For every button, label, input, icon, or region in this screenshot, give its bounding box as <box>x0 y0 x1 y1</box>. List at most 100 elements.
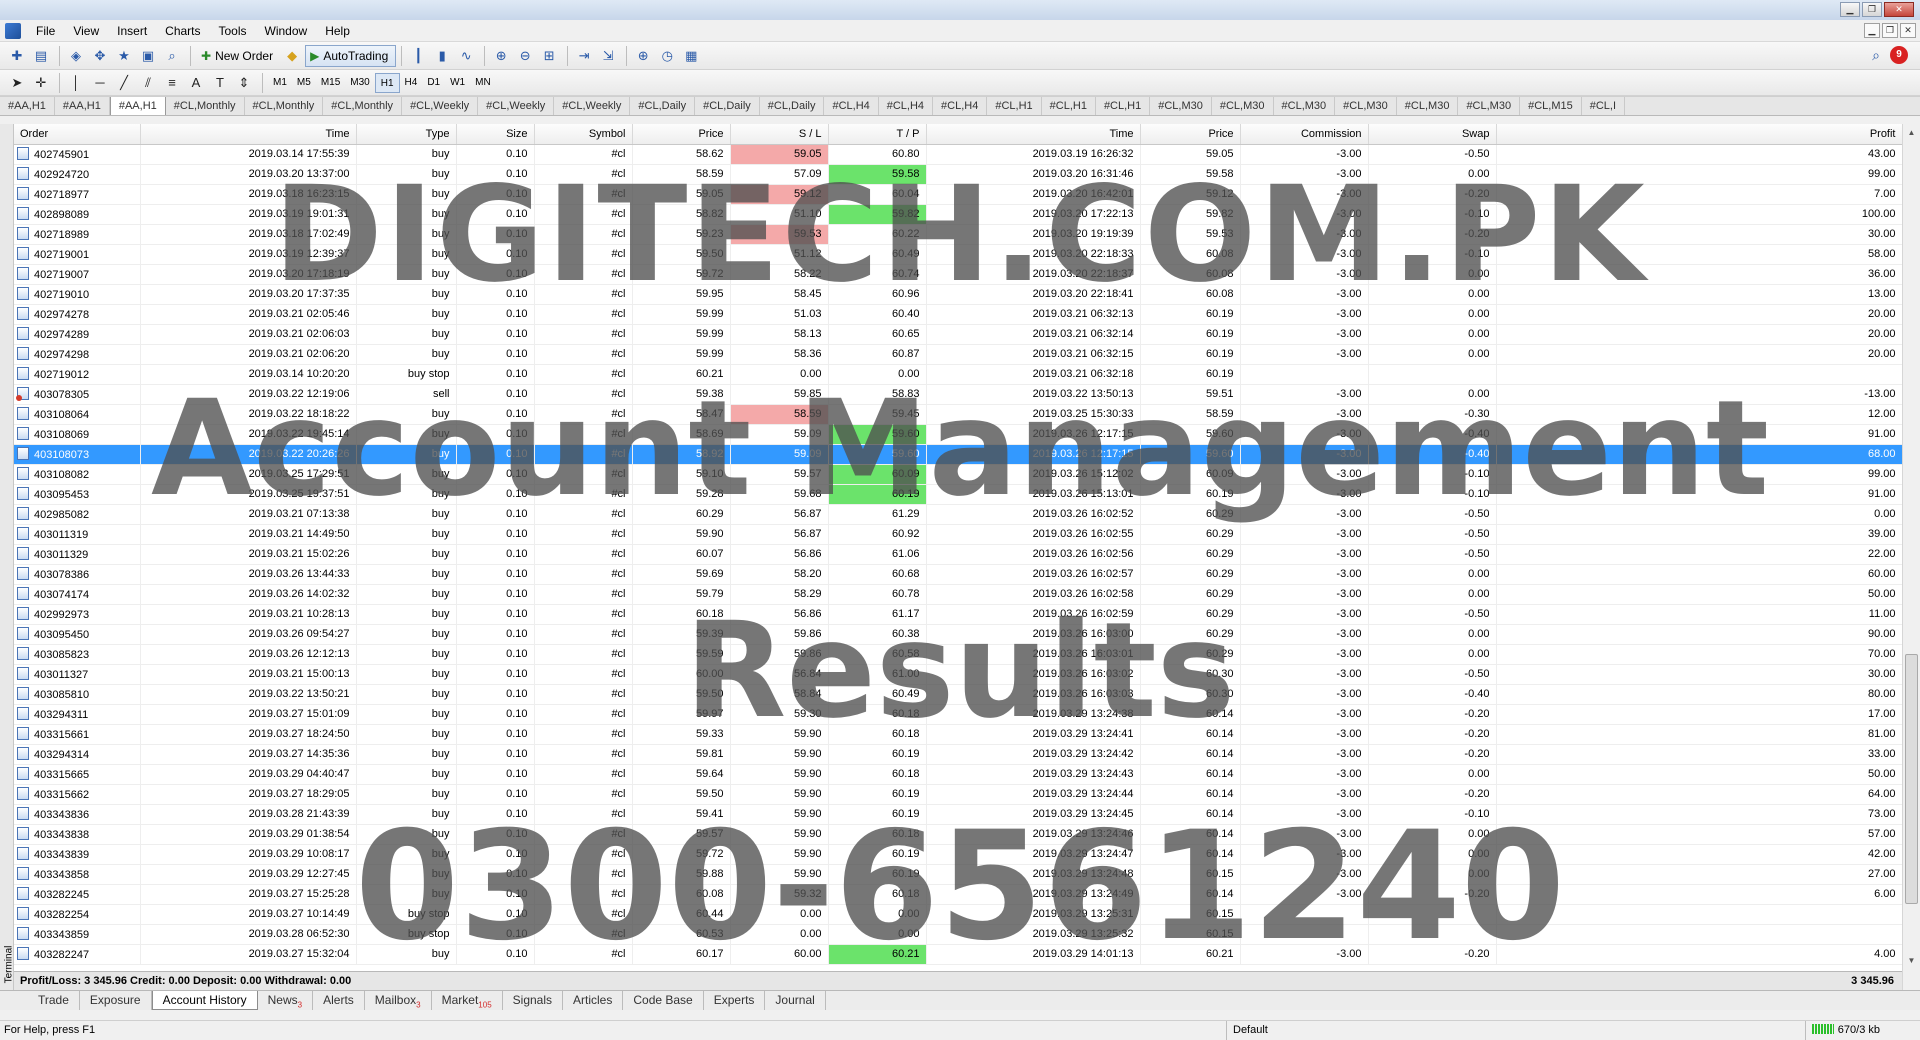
chart-tab[interactable]: #CL,M30 <box>1335 97 1397 115</box>
table-row[interactable]: 403343839 2019.03.29 10:08:17 buy 0.10 #cl 59… <box>14 844 1902 865</box>
mdi-minimize-button[interactable]: ▁ <box>1864 23 1880 38</box>
chart-tab[interactable]: #CL,Daily <box>760 97 825 115</box>
table-row[interactable]: 403343836 2019.03.28 21:43:39 buy 0.10 #cl 59… <box>14 804 1902 825</box>
terminal-icon[interactable]: ▣ <box>137 46 159 66</box>
col-symbol[interactable]: Symbol <box>534 124 633 145</box>
menu-file[interactable]: File <box>27 24 64 38</box>
table-row[interactable]: 403282245 2019.03.27 15:25:28 buy 0.10 #cl 60… <box>14 884 1902 905</box>
table-row[interactable]: 402992973 2019.03.21 10:28:13 buy 0.10 #cl 60… <box>14 604 1902 625</box>
channel-icon[interactable]: ⫽ <box>137 73 159 93</box>
candlestick-icon[interactable]: ▮ <box>431 46 453 66</box>
new-chart-icon[interactable]: ✚ <box>6 46 28 66</box>
table-row[interactable]: 403282247 2019.03.27 15:32:04 buy 0.10 #cl 60… <box>14 944 1902 965</box>
table-row[interactable]: 403294314 2019.03.27 14:35:36 buy 0.10 #cl 59… <box>14 744 1902 765</box>
table-row[interactable]: 403108069 2019.03.22 19:45:14 buy 0.10 #cl 58… <box>14 424 1902 445</box>
profiles-icon[interactable]: ▤ <box>30 46 52 66</box>
chart-tab[interactable]: #CL,H1 <box>1042 97 1096 115</box>
close-window-button[interactable]: ✕ <box>1884 2 1914 17</box>
table-row[interactable]: 402985082 2019.03.21 07:13:38 buy 0.10 #cl 60… <box>14 504 1902 525</box>
table-row[interactable]: 402924720 2019.03.20 13:37:00 buy 0.10 #cl 58… <box>14 164 1902 185</box>
chart-tab[interactable]: #CL,Weekly <box>402 97 479 115</box>
timeframe-m5[interactable]: M5 <box>292 73 316 93</box>
table-row[interactable]: 403343858 2019.03.29 12:27:45 buy 0.10 #cl 59… <box>14 864 1902 885</box>
chart-tab[interactable]: #CL,H1 <box>1096 97 1151 115</box>
col-take-profit[interactable]: T / P <box>828 124 927 145</box>
table-row[interactable]: 403315665 2019.03.29 04:40:47 buy 0.10 #cl 59… <box>14 764 1902 785</box>
timeframe-h1[interactable]: H1 <box>374 72 400 93</box>
table-row[interactable]: 403074174 2019.03.26 14:02:32 buy 0.10 #cl 59… <box>14 584 1902 605</box>
chart-tab[interactable]: #CL,M30 <box>1150 97 1212 115</box>
trendline-icon[interactable]: ╱ <box>113 73 135 93</box>
col-open-price[interactable]: Price <box>632 124 731 145</box>
templates-icon[interactable]: ▦ <box>680 46 702 66</box>
table-row[interactable]: 403085823 2019.03.26 12:12:13 buy 0.10 #cl 59… <box>14 644 1902 665</box>
terminal-tab-code-base[interactable]: Code Base <box>623 991 704 1010</box>
vertical-line-icon[interactable]: │ <box>65 73 87 93</box>
zoom-out-icon[interactable]: ⊖ <box>514 46 536 66</box>
navigator-icon[interactable]: ★ <box>113 46 135 66</box>
timeframe-m15[interactable]: M15 <box>316 73 345 93</box>
notifications-badge[interactable]: 9 <box>1890 46 1908 64</box>
strategy-tester-icon[interactable]: ⌕ <box>161 46 183 66</box>
cursor-icon[interactable]: ➤ <box>6 73 28 93</box>
chart-tab[interactable]: #CL,M30 <box>1212 97 1274 115</box>
chart-tab[interactable]: #AA,H1 <box>109 97 166 115</box>
table-row[interactable]: 403294311 2019.03.27 15:01:09 buy 0.10 #cl 59… <box>14 704 1902 725</box>
chart-tab[interactable]: #CL,Daily <box>695 97 760 115</box>
market-watch-icon[interactable]: ◈ <box>65 46 87 66</box>
table-row[interactable]: 403108082 2019.03.25 17:29:51 buy 0.10 #cl 59… <box>14 464 1902 485</box>
timeframe-h4[interactable]: H4 <box>400 73 423 93</box>
table-row[interactable]: 402719001 2019.03.19 12:39:37 buy 0.10 #cl 59… <box>14 244 1902 265</box>
chart-shift-icon[interactable]: ⇥ <box>573 46 595 66</box>
col-stop-loss[interactable]: S / L <box>730 124 829 145</box>
col-close-price[interactable]: Price <box>1140 124 1241 145</box>
chart-tab[interactable]: #CL,H4 <box>824 97 879 115</box>
chart-tab[interactable]: #AA,H1 <box>0 97 55 115</box>
crosshair-icon[interactable]: ✛ <box>30 73 52 93</box>
col-close-time[interactable]: Time <box>926 124 1141 145</box>
terminal-tab-signals[interactable]: Signals <box>503 991 564 1010</box>
table-row[interactable]: 402718989 2019.03.18 17:02:49 buy 0.10 #cl 59… <box>14 224 1902 245</box>
table-row[interactable]: 403108073 2019.03.22 20:26:26 buy 0.10 #cl 58… <box>14 444 1902 465</box>
scroll-up-icon[interactable]: ▲ <box>1903 124 1920 141</box>
text-icon[interactable]: A <box>185 73 207 93</box>
chart-tab[interactable]: #CL,H4 <box>879 97 934 115</box>
arrows-icon[interactable]: ⇕ <box>233 73 255 93</box>
tile-windows-icon[interactable]: ⊞ <box>538 46 560 66</box>
chart-tab[interactable]: #CL,Monthly <box>166 97 245 115</box>
table-row[interactable]: 402719012 2019.03.14 10:20:20 buy stop 0.10… <box>14 364 1902 385</box>
terminal-tab-articles[interactable]: Articles <box>563 991 624 1010</box>
table-row[interactable]: 402898089 2019.03.19 19:01:31 buy 0.10 #cl 58… <box>14 204 1902 225</box>
table-row[interactable]: 403085810 2019.03.22 13:50:21 buy 0.10 #cl 59… <box>14 684 1902 705</box>
chart-tab[interactable]: #CL,Weekly <box>554 97 631 115</box>
minimize-window-button[interactable]: ▁ <box>1840 2 1860 17</box>
restore-window-button[interactable]: ❐ <box>1862 2 1882 17</box>
terminal-tab-alerts[interactable]: Alerts <box>313 991 365 1010</box>
table-row[interactable]: 403011329 2019.03.21 15:02:26 buy 0.10 #cl 60… <box>14 544 1902 565</box>
zoom-in-icon[interactable]: ⊕ <box>490 46 512 66</box>
col-order[interactable]: Order <box>14 124 141 145</box>
terminal-tab-news[interactable]: News3 <box>258 991 314 1010</box>
chart-tab[interactable]: #CL,M30 <box>1274 97 1336 115</box>
table-row[interactable]: 402974289 2019.03.21 02:06:03 buy 0.10 #cl 59… <box>14 324 1902 345</box>
table-scrollbar[interactable]: ▲ ▼ <box>1902 124 1920 990</box>
table-row[interactable]: 402974278 2019.03.21 02:05:46 buy 0.10 #cl 59… <box>14 304 1902 325</box>
mdi-close-button[interactable]: ✕ <box>1900 23 1916 38</box>
chart-tab[interactable]: #CL,Monthly <box>245 97 324 115</box>
timeframe-d1[interactable]: D1 <box>422 73 445 93</box>
terminal-tab-journal[interactable]: Journal <box>765 991 826 1010</box>
status-profile[interactable]: Default <box>1226 1021 1726 1040</box>
chart-tab[interactable]: #CL,M30 <box>1397 97 1459 115</box>
chart-tab[interactable]: #CL,M15 <box>1520 97 1582 115</box>
line-chart-icon[interactable]: ∿ <box>455 46 477 66</box>
data-window-icon[interactable]: ✥ <box>89 46 111 66</box>
table-row[interactable]: 403282254 2019.03.27 10:14:49 buy stop 0.10… <box>14 904 1902 925</box>
table-row[interactable]: 403095453 2019.03.25 19:37:51 buy 0.10 #cl 59… <box>14 484 1902 505</box>
chart-tab[interactable]: #CL,Daily <box>630 97 696 115</box>
bar-chart-icon[interactable]: ┃ <box>407 46 429 66</box>
terminal-tab-trade[interactable]: Trade <box>28 991 80 1010</box>
col-profit[interactable]: Profit <box>1496 124 1902 145</box>
table-row[interactable]: 403078305 2019.03.22 12:19:06 sell 0.10 #cl 5… <box>14 384 1902 405</box>
horizontal-line-icon[interactable]: ─ <box>89 73 111 93</box>
chart-tab[interactable]: #CL,H1 <box>987 97 1042 115</box>
